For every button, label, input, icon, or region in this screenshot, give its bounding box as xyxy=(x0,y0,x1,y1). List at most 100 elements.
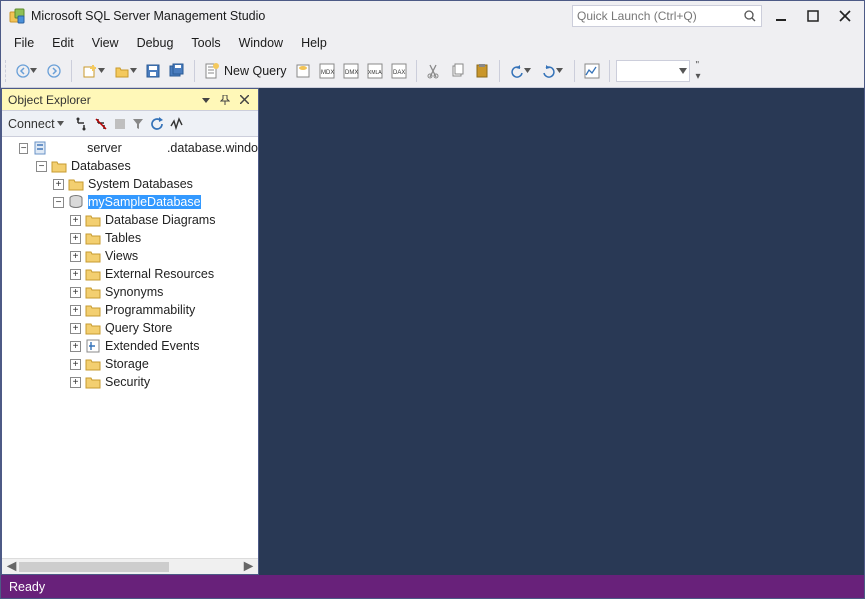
copy-button[interactable] xyxy=(447,60,469,82)
svg-text:XMLA: XMLA xyxy=(368,70,382,76)
activity-monitor-icon[interactable] xyxy=(581,60,603,82)
folder-icon xyxy=(85,320,101,336)
undo-button[interactable] xyxy=(506,60,536,82)
menu-debug[interactable]: Debug xyxy=(128,33,183,53)
status-bar: Ready xyxy=(1,575,864,598)
folder-icon xyxy=(85,356,101,372)
menu-view[interactable]: View xyxy=(83,33,128,53)
expand-icon[interactable]: + xyxy=(53,179,64,190)
xmla-query-icon[interactable]: XMLA xyxy=(364,60,386,82)
tree-item[interactable]: +Synonyms xyxy=(2,283,258,301)
svg-text:DAX: DAX xyxy=(393,70,405,76)
expand-icon[interactable]: + xyxy=(70,269,81,280)
database-engine-query-icon[interactable] xyxy=(292,60,314,82)
folder-icon xyxy=(85,266,101,282)
menu-edit[interactable]: Edit xyxy=(43,33,83,53)
collapse-icon[interactable]: − xyxy=(19,143,28,154)
database-dropdown[interactable] xyxy=(616,60,690,82)
tree-selected-database-node[interactable]: − mySampleDatabase xyxy=(2,193,258,211)
folder-icon xyxy=(85,284,101,300)
menu-help[interactable]: Help xyxy=(292,33,336,53)
server-icon xyxy=(32,140,48,156)
menu-tools[interactable]: Tools xyxy=(182,33,229,53)
tree-item[interactable]: +External Resources xyxy=(2,265,258,283)
toolbar-overflow[interactable]: "▾ xyxy=(692,60,705,82)
tree-item[interactable]: +Storage xyxy=(2,355,258,373)
object-explorer-tree[interactable]: − server .database.windo − Databases + xyxy=(2,137,258,558)
open-file-button[interactable] xyxy=(110,60,140,82)
stop-icon[interactable] xyxy=(114,114,126,134)
tree-system-databases-node[interactable]: + System Databases xyxy=(2,175,258,193)
mdx-query-icon[interactable]: MDX xyxy=(316,60,338,82)
status-text: Ready xyxy=(9,580,45,594)
pin-button[interactable] xyxy=(217,92,233,108)
nav-forward-button[interactable] xyxy=(43,60,65,82)
tree-item[interactable]: +Database Diagrams xyxy=(2,211,258,229)
disconnect-icon[interactable] xyxy=(94,114,108,134)
tree-item[interactable]: +Query Store xyxy=(2,319,258,337)
extended-events-icon xyxy=(85,338,101,354)
folder-icon xyxy=(85,212,101,228)
scroll-right-icon[interactable]: ► xyxy=(241,561,256,573)
tree-item[interactable]: +Extended Events xyxy=(2,337,258,355)
menu-window[interactable]: Window xyxy=(230,33,292,53)
folder-icon xyxy=(85,302,101,318)
horizontal-scrollbar[interactable]: ◄ ► xyxy=(2,558,258,574)
panel-title: Object Explorer xyxy=(8,93,195,107)
folder-icon xyxy=(51,158,67,174)
minimize-button[interactable] xyxy=(768,6,794,26)
activity-icon[interactable] xyxy=(170,114,184,134)
svg-text:DMX: DMX xyxy=(345,70,358,76)
save-button[interactable] xyxy=(142,60,164,82)
expand-icon[interactable]: + xyxy=(70,377,81,388)
collapse-icon[interactable]: − xyxy=(53,197,64,208)
nav-back-button[interactable] xyxy=(11,60,41,82)
expand-icon[interactable]: + xyxy=(70,341,81,352)
svg-text:MDX: MDX xyxy=(321,70,334,76)
redo-button[interactable] xyxy=(538,60,568,82)
collapse-icon[interactable]: − xyxy=(36,161,47,172)
menu-file[interactable]: File xyxy=(5,33,43,53)
folder-icon xyxy=(85,374,101,390)
database-icon xyxy=(68,194,84,210)
quick-launch-input[interactable]: Quick Launch (Ctrl+Q) xyxy=(572,5,762,27)
filter-icon[interactable] xyxy=(132,114,144,134)
close-button[interactable] xyxy=(832,6,858,26)
cut-button[interactable] xyxy=(423,60,445,82)
tree-item[interactable]: +Security xyxy=(2,373,258,391)
folder-icon xyxy=(85,230,101,246)
expand-icon[interactable]: + xyxy=(70,251,81,262)
dmx-query-icon[interactable]: DMX xyxy=(340,60,362,82)
connect-button[interactable]: Connect xyxy=(8,114,68,134)
tree-item[interactable]: +Views xyxy=(2,247,258,265)
document-area xyxy=(259,88,864,575)
tree-item[interactable]: +Programmability xyxy=(2,301,258,319)
expand-icon[interactable]: + xyxy=(70,215,81,226)
refresh-icon[interactable] xyxy=(150,114,164,134)
expand-icon[interactable]: + xyxy=(70,359,81,370)
save-all-button[interactable] xyxy=(166,60,188,82)
paste-button[interactable] xyxy=(471,60,493,82)
app-icon xyxy=(9,8,25,24)
new-query-button[interactable]: New Query xyxy=(201,60,290,82)
window-position-button[interactable] xyxy=(198,92,214,108)
maximize-button[interactable] xyxy=(800,6,826,26)
scroll-thumb[interactable] xyxy=(19,562,169,572)
expand-icon[interactable]: + xyxy=(70,323,81,334)
new-project-button[interactable] xyxy=(78,60,108,82)
folder-icon xyxy=(68,176,84,192)
folder-icon xyxy=(85,248,101,264)
connect-object-explorer-icon[interactable] xyxy=(74,114,88,134)
tree-item[interactable]: +Tables xyxy=(2,229,258,247)
app-title: Microsoft SQL Server Management Studio xyxy=(31,9,265,23)
close-panel-button[interactable] xyxy=(236,92,252,108)
expand-icon[interactable]: + xyxy=(70,305,81,316)
expand-icon[interactable]: + xyxy=(70,287,81,298)
tree-server-node[interactable]: − server .database.windo xyxy=(2,139,258,157)
search-icon xyxy=(743,9,757,23)
expand-icon[interactable]: + xyxy=(70,233,81,244)
tree-databases-node[interactable]: − Databases xyxy=(2,157,258,175)
toolbar-grip xyxy=(5,60,9,82)
dax-query-icon[interactable]: DAX xyxy=(388,60,410,82)
scroll-left-icon[interactable]: ◄ xyxy=(4,561,19,573)
